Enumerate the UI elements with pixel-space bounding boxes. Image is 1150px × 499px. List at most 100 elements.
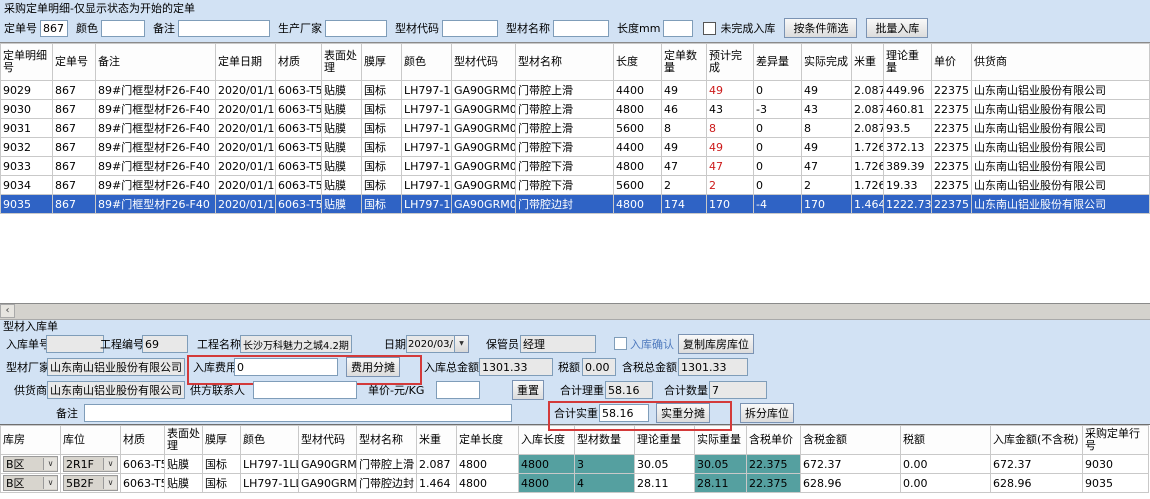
filter-input-6[interactable] — [663, 20, 693, 37]
cell: 贴膜 — [322, 119, 362, 138]
theory-weight-label: 合计理重 — [560, 384, 604, 398]
horizontal-scrollbar[interactable]: ‹ — [0, 304, 1150, 320]
cell: 22375 — [932, 100, 972, 119]
fee-input[interactable] — [234, 358, 338, 376]
cell: 门带腔上滑 — [516, 100, 614, 119]
order-row[interactable]: 903586789#门框型材F26-F40（866+867）2020/01/13… — [1, 195, 1150, 214]
unit-price-input[interactable] — [436, 381, 480, 399]
filter-by-condition-button[interactable]: 按条件筛选 — [784, 18, 857, 38]
cell: 6063-T5 — [276, 100, 322, 119]
cell: 49 — [662, 81, 707, 100]
column-header: 长度 — [614, 44, 662, 81]
filter-input-1[interactable] — [101, 20, 145, 37]
total-qty-input[interactable] — [709, 381, 767, 399]
scroll-left-icon[interactable]: ‹ — [0, 304, 15, 318]
order-row[interactable]: 902986789#门框型材F26-F40（866+867）2020/01/13… — [1, 81, 1150, 100]
location-combo[interactable]: 5B2F∨ — [63, 475, 118, 491]
date-input[interactable] — [406, 335, 455, 353]
filter-input-0[interactable] — [40, 20, 68, 37]
remark-input[interactable] — [84, 404, 512, 422]
fee-share-button[interactable]: 费用分摊 — [346, 357, 400, 377]
order-row[interactable]: 903186789#门框型材F26-F40（866+867）2020/01/13… — [1, 119, 1150, 138]
reset-button[interactable]: 重置 — [512, 380, 544, 400]
column-header: 材质 — [276, 44, 322, 81]
column-header: 入库金额(不含税) — [991, 426, 1083, 455]
order-row[interactable]: 903086789#门框型材F26-F40（866+867）2020/01/13… — [1, 100, 1150, 119]
filter-input-2[interactable] — [178, 20, 270, 37]
cell: GA90GRM04 — [452, 176, 516, 195]
cell: 22.375 — [747, 474, 801, 493]
date-picker[interactable]: ▼ — [406, 335, 469, 353]
inbound-form: 型材入库单 入库单号 工程编号 工程名称 日期 ▼ 保管员 入库确认 复制库房库… — [0, 320, 1150, 424]
inbound-confirm-checkbox[interactable] — [614, 337, 627, 350]
cell: 93.5 — [884, 119, 932, 138]
inbound-confirm-label: 入库确认 — [630, 338, 674, 352]
app-window: 采购定单明细-仅显示状态为开始的定单 定单号颜色备注生产厂家型材代码型材名称长度… — [0, 0, 1150, 499]
copy-location-button[interactable]: 复制库房库位 — [678, 334, 754, 354]
unfinished-checkbox[interactable] — [703, 22, 716, 35]
column-header: 理论重量 — [884, 44, 932, 81]
chevron-down-icon[interactable]: ∨ — [43, 477, 57, 489]
actual-share-button[interactable]: 实重分摊 — [656, 403, 710, 423]
cell: 2.087 — [852, 100, 884, 119]
cell: 4800 — [457, 455, 519, 474]
split-location-button[interactable]: 拆分库位 — [740, 403, 794, 423]
order-row[interactable]: 903486789#门框型材F26-F40（866+867）2020/01/13… — [1, 176, 1150, 195]
scrollbar-track[interactable] — [15, 304, 1150, 319]
total-amount-input[interactable] — [479, 358, 553, 376]
cell: B区∨ — [1, 474, 61, 493]
warehouse-combo[interactable]: B区∨ — [3, 475, 58, 491]
tax-input[interactable] — [582, 358, 616, 376]
cell: 2.087 — [417, 455, 457, 474]
cell: 6063-T5 — [276, 176, 322, 195]
order-row[interactable]: 903286789#门框型材F26-F40（866+867）2020/01/13… — [1, 138, 1150, 157]
cell: 43 — [707, 100, 754, 119]
filter-label: 型材名称 — [506, 22, 550, 35]
filter-input-5[interactable] — [553, 20, 609, 37]
inbound-no-input[interactable] — [46, 335, 104, 353]
order-row[interactable]: 903386789#门框型材F26-F40（866+867）2020/01/13… — [1, 157, 1150, 176]
batch-inbound-button[interactable]: 批量入库 — [866, 18, 928, 38]
cell: 89#门框型材F26-F40（866+867） — [96, 81, 216, 100]
theory-weight-input[interactable] — [605, 381, 653, 399]
cell: 9033 — [1, 157, 53, 176]
filter-input-4[interactable] — [442, 20, 498, 37]
location-combo[interactable]: 2R1F∨ — [63, 456, 118, 472]
chevron-down-icon[interactable]: ∨ — [103, 458, 117, 470]
cell: 0 — [754, 176, 802, 195]
keeper-input[interactable] — [520, 335, 596, 353]
project-name-input[interactable] — [240, 335, 352, 353]
supplier-input[interactable] — [47, 381, 185, 399]
column-header: 米重 — [417, 426, 457, 455]
cell: 43 — [802, 100, 852, 119]
factory-input[interactable] — [47, 358, 185, 376]
column-header: 膜厚 — [362, 44, 402, 81]
calendar-dropdown-icon[interactable]: ▼ — [455, 335, 469, 353]
inbound-row[interactable]: B区∨5B2F∨6063-T5贴膜国标LH797-1LL0GA90GRM05门带… — [1, 474, 1149, 493]
column-header: 含税金额 — [801, 426, 901, 455]
contact-input[interactable] — [253, 381, 357, 399]
filter-input-3[interactable] — [325, 20, 387, 37]
chevron-down-icon[interactable]: ∨ — [103, 477, 117, 489]
cell: 2020/01/13 — [216, 138, 276, 157]
project-no-input[interactable] — [142, 335, 188, 353]
unfinished-checkbox-label: 未完成入库 — [720, 20, 775, 36]
warehouse-combo[interactable]: B区∨ — [3, 456, 58, 472]
cell: 672.37 — [801, 455, 901, 474]
cell: 贴膜 — [165, 474, 203, 493]
actual-weight-input[interactable] — [599, 404, 649, 422]
cell: 国标 — [362, 157, 402, 176]
tax-total-input[interactable] — [678, 358, 748, 376]
column-header: 税额 — [901, 426, 991, 455]
cell: 867 — [53, 100, 96, 119]
cell: 门带腔下滑 — [516, 176, 614, 195]
inbound-row[interactable]: B区∨2R1F∨6063-T5贴膜国标LH797-1LL0GA90GRM03门带… — [1, 455, 1149, 474]
cell: 8 — [707, 119, 754, 138]
cell: 867 — [53, 81, 96, 100]
cell: 门带腔下滑 — [516, 157, 614, 176]
column-header: 实际重量 — [695, 426, 747, 455]
cell: LH797-1LL0 — [402, 176, 452, 195]
chevron-down-icon[interactable]: ∨ — [43, 458, 57, 470]
cell: 28.11 — [695, 474, 747, 493]
cell: 9032 — [1, 138, 53, 157]
